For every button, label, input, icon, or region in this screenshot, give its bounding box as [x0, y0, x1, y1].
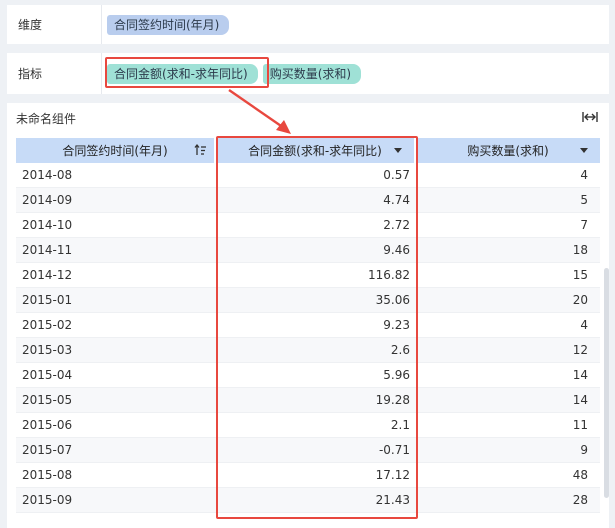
quantity-cell: 5 — [580, 193, 588, 207]
expand-horizontal-icon[interactable] — [581, 109, 599, 125]
date-cell: 2015-09 — [22, 493, 73, 507]
metric-shelf: 指标 合同金额(求和-求年同比) 购买数量(求和) — [7, 53, 609, 94]
date-cell: 2015-03 — [22, 343, 73, 357]
date-cell: 2015-04 — [22, 368, 73, 382]
amount-column-highlight — [216, 136, 418, 519]
date-cell: 2015-01 — [22, 293, 73, 307]
date-cell: 2015-08 — [22, 468, 73, 482]
quantity-cell: 4 — [580, 168, 588, 182]
dimension-field-pill[interactable]: 合同签约时间(年月) — [107, 14, 230, 35]
dimension-drop-zone[interactable]: 合同签约时间(年月) — [102, 5, 609, 44]
quantity-cell: 15 — [572, 268, 588, 282]
date-cell: 2015-07 — [22, 443, 73, 457]
column-header-label: 购买数量(求和) — [467, 144, 549, 158]
column-header-label: 合同签约时间(年月) — [62, 144, 168, 158]
dimension-shelf: 维度 合同签约时间(年月) — [7, 5, 609, 44]
date-cell: 2014-10 — [22, 218, 73, 232]
vertical-scrollbar[interactable] — [604, 268, 609, 498]
column-header-date[interactable]: 合同签约时间(年月) — [16, 138, 216, 163]
quantity-cell: 12 — [572, 343, 588, 357]
dimension-shelf-label: 维度 — [7, 5, 102, 44]
quantity-cell: 14 — [572, 393, 588, 407]
column-header-quantity[interactable]: 购买数量(求和) — [416, 138, 600, 163]
caret-down-icon[interactable] — [580, 148, 588, 153]
date-cell: 2014-09 — [22, 193, 73, 207]
date-cell: 2014-12 — [22, 268, 73, 282]
quantity-cell: 28 — [572, 493, 588, 507]
component-title: 未命名组件 — [16, 112, 77, 126]
quantity-cell: 18 — [572, 243, 588, 257]
date-cell: 2015-02 — [22, 318, 73, 332]
metric-shelf-label: 指标 — [7, 53, 102, 94]
quantity-cell: 14 — [572, 368, 588, 382]
date-cell: 2015-06 — [22, 418, 73, 432]
quantity-cell: 9 — [580, 443, 588, 457]
date-cell: 2014-11 — [22, 243, 73, 257]
quantity-cell: 48 — [572, 468, 588, 482]
date-cell: 2014-08 — [22, 168, 73, 182]
metric-pill-highlight — [105, 57, 269, 88]
metric-field-pill-quantity[interactable]: 购买数量(求和) — [262, 63, 362, 84]
quantity-cell: 20 — [572, 293, 588, 307]
quantity-cell: 11 — [572, 418, 588, 432]
sort-icon[interactable] — [194, 143, 206, 157]
quantity-cell: 4 — [580, 318, 588, 332]
date-cell: 2015-05 — [22, 393, 73, 407]
quantity-cell: 7 — [580, 218, 588, 232]
